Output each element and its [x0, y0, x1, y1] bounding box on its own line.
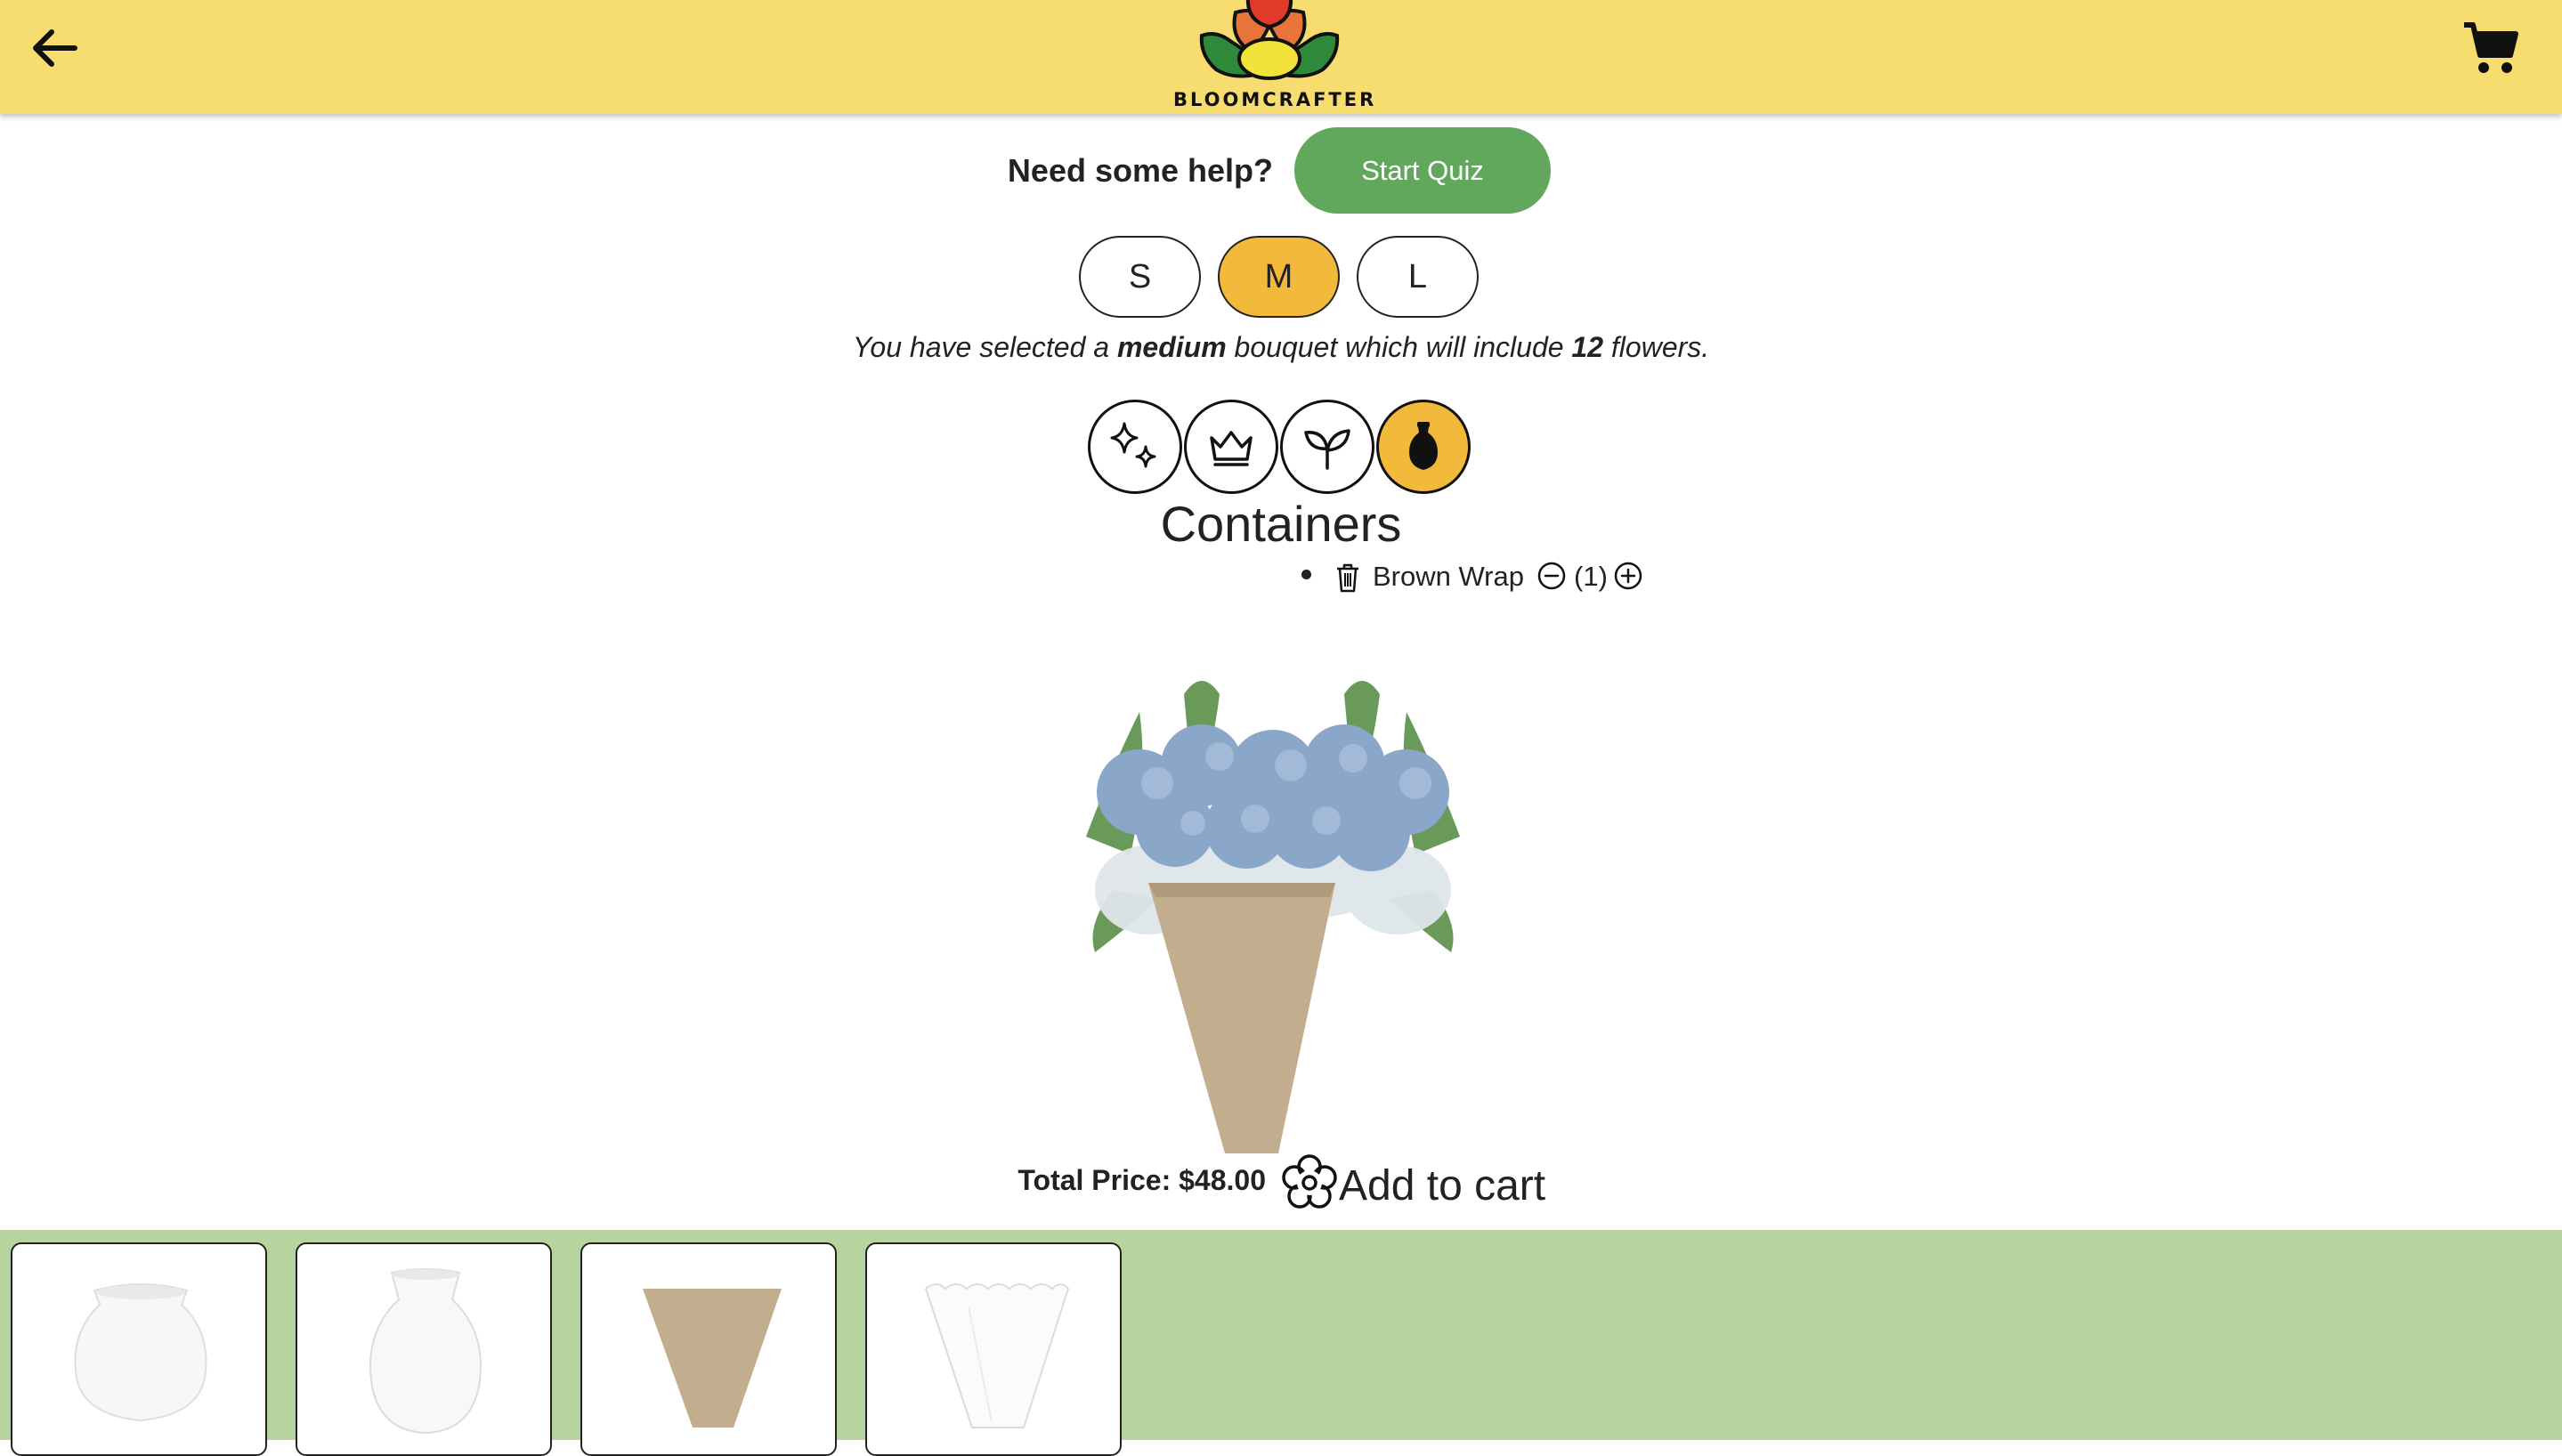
top-app-bar: BLOOMCRAFTER	[0, 0, 2562, 114]
category-tab-special[interactable]	[1088, 400, 1182, 494]
back-button[interactable]	[27, 20, 84, 77]
shopping-cart-icon	[2464, 22, 2518, 73]
container-option-white-wrap[interactable]	[865, 1242, 1122, 1456]
arrow-left-icon	[33, 29, 77, 67]
round-white-vase-image	[74, 1283, 207, 1422]
total-price: Total Price: $48.00	[1018, 1164, 1266, 1196]
add-to-cart-label: Add to cart	[1339, 1162, 1546, 1209]
size-msg-suffix: flowers.	[1610, 331, 1710, 363]
logo-flower-icon	[1199, 0, 1340, 80]
size-msg-middle: bouquet which will include	[1234, 331, 1564, 363]
white-wrap-image	[924, 1283, 1070, 1428]
leaf-sprout-icon	[1304, 429, 1350, 470]
size-large-button[interactable]: L	[1357, 236, 1479, 318]
flower-icon	[1282, 1154, 1337, 1209]
list-item-name: Brown Wrap	[1373, 561, 1524, 592]
container-option-brown-wrap[interactable]	[580, 1242, 837, 1456]
plus-circle-icon[interactable]	[1613, 561, 1643, 591]
container-option-round-vase[interactable]	[11, 1242, 267, 1456]
start-quiz-button[interactable]: Start Quiz	[1294, 127, 1551, 214]
size-msg-prefix: You have selected a	[852, 331, 1110, 363]
bouquet-preview-image	[1086, 681, 1460, 1153]
size-msg-size: medium	[1116, 331, 1227, 363]
minus-circle-icon[interactable]	[1536, 561, 1567, 591]
category-tab-greenery[interactable]	[1280, 400, 1374, 494]
size-medium-button[interactable]: M	[1218, 236, 1340, 318]
brown-wrap-image	[643, 1289, 782, 1428]
logo-wordmark: BLOOMCRAFTER	[1173, 89, 1377, 110]
cart-button[interactable]	[2459, 16, 2523, 80]
section-title: Containers	[1160, 496, 1402, 552]
category-tab-containers[interactable]	[1376, 400, 1471, 494]
tall-white-vase-image	[369, 1268, 482, 1435]
sparkles-icon	[1110, 422, 1156, 468]
container-option-tall-vase[interactable]	[296, 1242, 552, 1456]
size-description: You have selected a medium bouquet which…	[0, 331, 2562, 364]
list-bullet	[1301, 570, 1311, 579]
list-item-quantity: (1)	[1574, 561, 1608, 592]
size-msg-count: 12	[1571, 331, 1604, 363]
help-prompt: Need some help?	[1007, 152, 1273, 189]
help-row: Need some help? Start Quiz	[0, 127, 2562, 214]
bloomcrafter-logo[interactable]: BLOOMCRAFTER	[1173, 0, 1377, 114]
category-tab-focal[interactable]	[1184, 400, 1278, 494]
crown-icon	[1210, 431, 1253, 466]
trash-icon[interactable]	[1335, 562, 1360, 593]
size-small-button[interactable]: S	[1079, 236, 1201, 318]
container-options-tray	[0, 1230, 2562, 1456]
vase-icon	[1409, 422, 1438, 470]
